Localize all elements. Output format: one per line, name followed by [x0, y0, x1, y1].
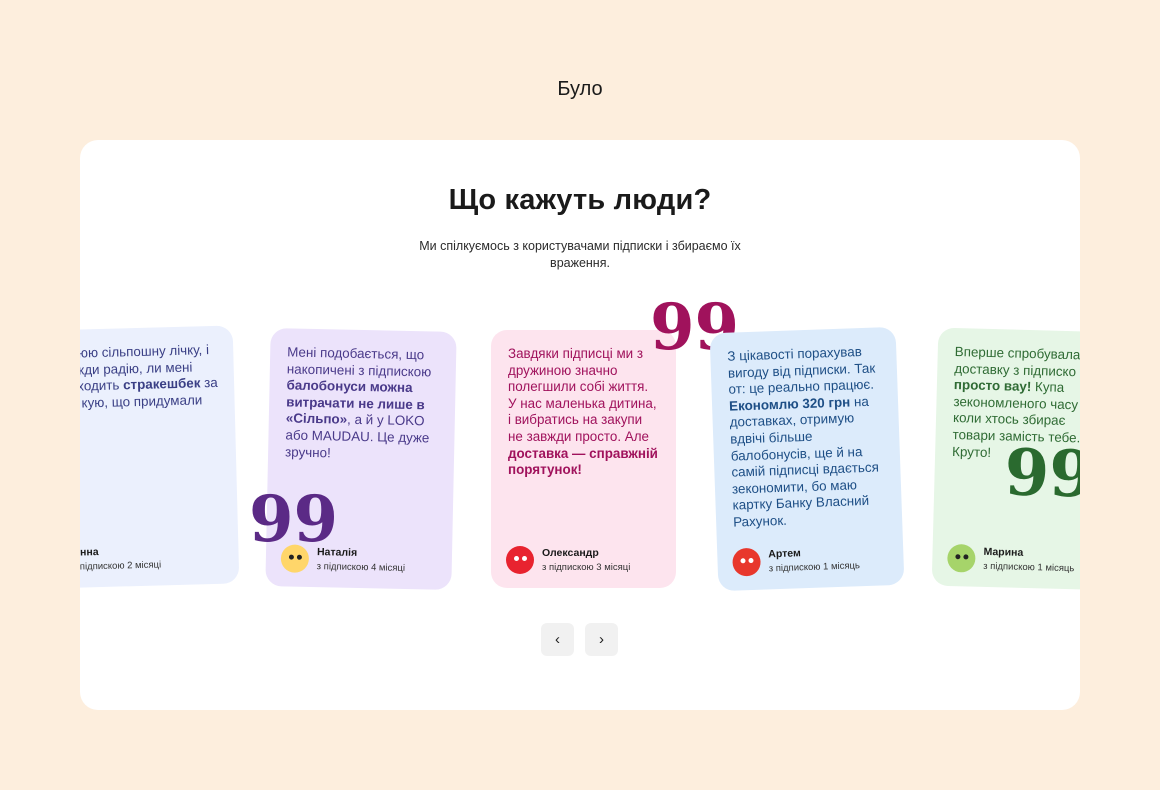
author-subscription: з підпискою 4 місяці: [316, 560, 406, 574]
testimonial-author: Марина з підпискою 1 місяць: [947, 543, 1075, 575]
testimonial-card-oleksandr: Завдяки підписці ми з дружиною значно по…: [491, 330, 676, 588]
testimonial-card-maryna: Вперше спробувала доставку з підписко і …: [931, 327, 1080, 591]
testimonials-panel: Що кажуть люди? Ми спілкуємось з користу…: [80, 140, 1080, 710]
cherry-avatar-icon: [506, 546, 534, 574]
tomato-avatar-icon: [732, 547, 762, 577]
section-subtitle: Ми спілкуємось з користувачами підписки …: [419, 239, 741, 270]
quote-mark-icon: 99: [1003, 435, 1080, 513]
top-label: Було: [557, 78, 603, 100]
author-subscription: з підпискою 1 місяць: [983, 560, 1075, 574]
testimonial-author: Артем з підпискою 1 місяць: [732, 544, 861, 577]
author-subscription: з підпискою 1 місяць: [768, 559, 861, 574]
author-name: Марина: [983, 545, 1024, 559]
carousel-next-button[interactable]: ›: [585, 623, 618, 656]
quote-mark-icon: 99: [249, 482, 339, 557]
testimonial-text: ожнюю сільпошну лічку, і завжди радію, л…: [80, 342, 218, 411]
carousel-prev-button[interactable]: ‹: [541, 623, 574, 656]
author-subscription: з підпискою 2 місяці: [80, 558, 162, 573]
testimonial-text: Завдяки підписці ми з дружиною значно по…: [508, 346, 658, 478]
testimonial-author: Анна з підпискою 2 місяці: [80, 543, 161, 574]
testimonial-text: З цікавості порахував вигоду від підписк…: [727, 344, 880, 530]
testimonial-text: Мені подобається, що накопичені з підпис…: [284, 344, 432, 460]
testimonial-card-anna: ожнюю сільпошну лічку, і завжди радію, л…: [80, 325, 240, 589]
testimonial-card-artem: З цікавості порахував вигоду від підписк…: [709, 326, 905, 592]
author-name: Анна: [80, 545, 99, 559]
pear-avatar-icon: [947, 543, 976, 573]
author-subscription: з підпискою 3 місяці: [542, 561, 631, 573]
quote-mark-icon: 99: [650, 290, 740, 365]
section-title: Що кажуть люди?: [448, 184, 712, 216]
author-name: Олександр: [542, 546, 599, 559]
testimonial-author: Олександр з підпискою 3 місяці: [506, 546, 630, 574]
